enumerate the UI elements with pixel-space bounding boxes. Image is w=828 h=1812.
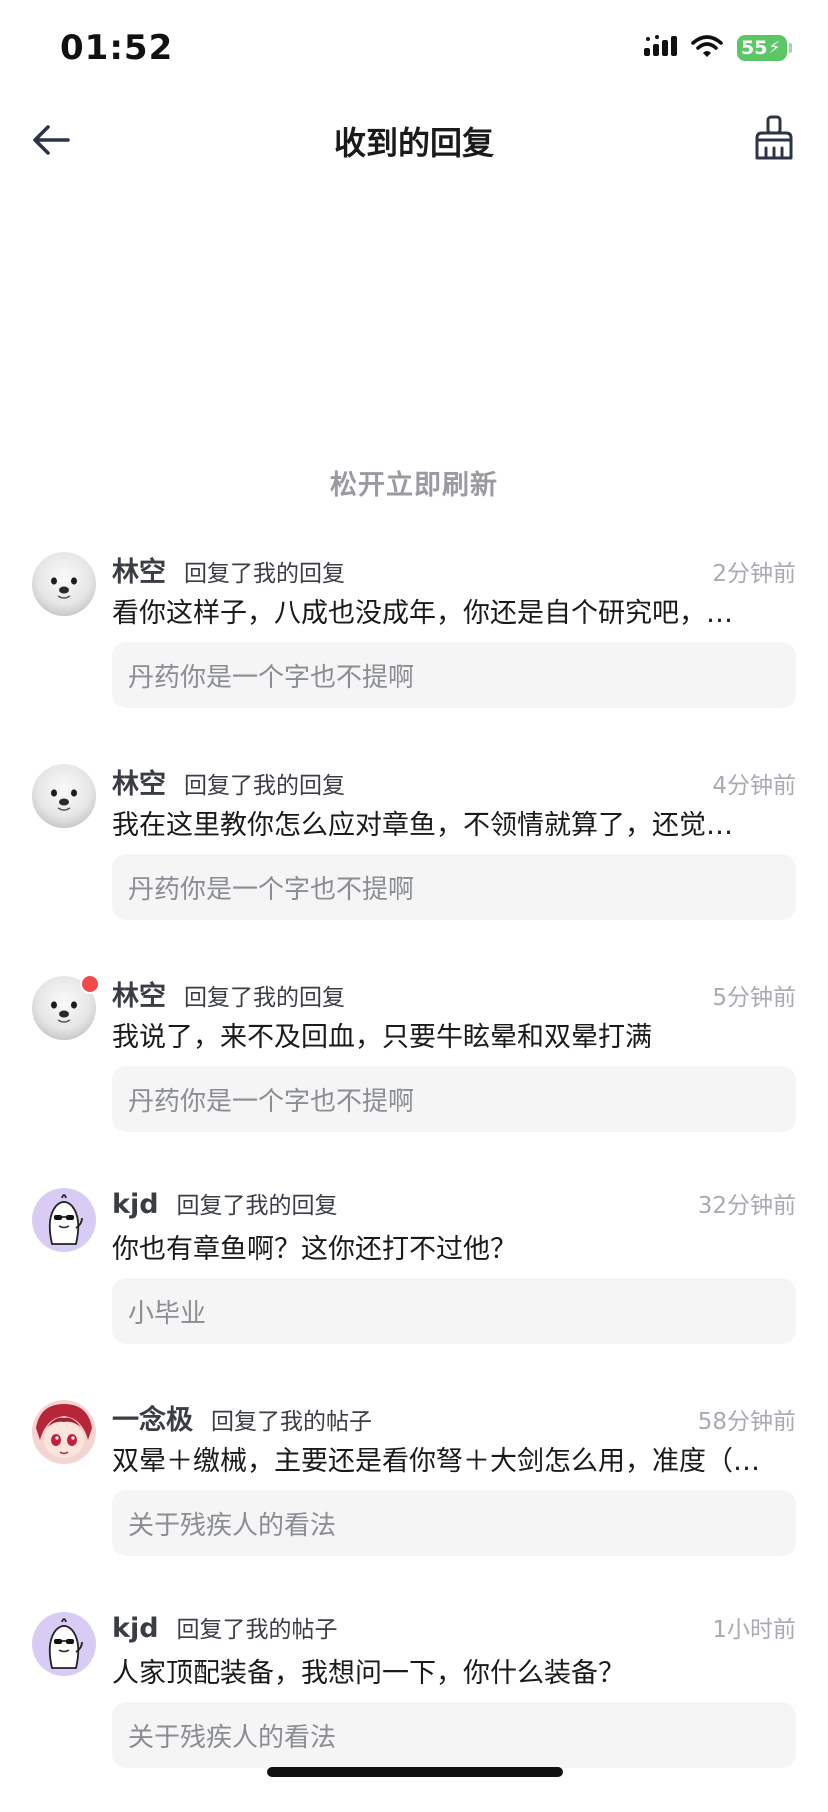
reply-item[interactable]: 林空 回复了我的回复 5分钟前 我说了，来不及回血，只要牛眩晕和双晕打满 丹药你… [0,964,828,1176]
battery-icon: 55 ⚡ [737,35,787,61]
reply-time: 32分钟前 [697,1193,796,1219]
battery-cap [789,43,792,53]
reply-text[interactable]: 双晕＋缴械，主要还是看你弩＋大剑怎么用，准度（… [112,1444,798,1480]
reply-type: 回复了我的帖子 [176,1617,338,1643]
cartoon-avatar[interactable] [32,1612,96,1676]
reply-type: 回复了我的回复 [184,985,345,1011]
reply-text[interactable]: 人家顶配装备，我想问一下，你什么装备？ [112,1656,798,1692]
unread-dot [80,974,100,994]
quote-text: 丹药你是一个字也不提啊 [128,662,415,693]
reply-header: 林空 回复了我的回复 4分钟前 [112,762,796,801]
reply-header: kjd 回复了我的帖子 1小时前 [112,1610,796,1646]
quoted-content[interactable]: 关于残疾人的看法 [112,1702,796,1768]
broom-icon[interactable] [750,114,798,162]
reply-item[interactable]: kjd 回复了我的回复 32分钟前 你也有章鱼啊？这你还打不过他？ 小毕业 [0,1176,828,1388]
status-icons: 55 ⚡ [643,34,792,62]
reply-type: 回复了我的帖子 [211,1409,372,1435]
reply-time: 58分钟前 [697,1409,796,1435]
seal-avatar[interactable] [32,764,96,828]
reply-type: 回复了我的回复 [184,561,345,587]
reply-type: 回复了我的回复 [184,773,345,799]
seal-avatar[interactable] [32,974,100,1040]
user-name[interactable]: kjd [112,1613,159,1644]
home-indicator[interactable] [267,1767,563,1777]
wifi-icon [691,34,723,62]
quote-text: 小毕业 [128,1298,207,1329]
reply-item[interactable]: kjd 回复了我的帖子 1小时前 人家顶配装备，我想问一下，你什么装备？ 关于残… [0,1600,828,1812]
quoted-content[interactable]: 小毕业 [112,1278,796,1344]
quote-text: 丹药你是一个字也不提啊 [128,874,415,905]
quoted-content[interactable]: 丹药你是一个字也不提啊 [112,642,796,708]
pull-refresh-hint: 松开立即刷新 [330,470,498,501]
user-name[interactable]: 林空 [112,550,166,589]
reply-item[interactable]: 林空 回复了我的回复 4分钟前 我在这里教你怎么应对章鱼，不领情就算了，还觉… … [0,752,828,964]
signal-icon [643,34,677,62]
quote-text: 关于残疾人的看法 [128,1510,337,1541]
cartoon-avatar[interactable] [32,1188,96,1252]
user-name[interactable]: kjd [112,1189,159,1220]
quote-text: 关于残疾人的看法 [128,1722,337,1753]
reply-time: 1小时前 [712,1617,796,1643]
seal-avatar[interactable] [32,552,96,616]
battery-level: 55 [741,37,768,59]
reply-header: kjd 回复了我的回复 32分钟前 [112,1186,796,1222]
nav-bar: 收到的回复 [0,100,828,180]
status-time: 01:52 [60,28,174,68]
quoted-content[interactable]: 丹药你是一个字也不提啊 [112,1066,796,1132]
anime-avatar[interactable] [32,1400,96,1464]
user-name[interactable]: 林空 [112,762,166,801]
reply-text[interactable]: 你也有章鱼啊？这你还打不过他？ [112,1232,798,1268]
reply-text[interactable]: 看你这样子，八成也没成年，你还是自个研究吧，… [112,596,798,632]
quote-text: 丹药你是一个字也不提啊 [128,1086,415,1117]
reply-list: 林空 回复了我的回复 2分钟前 看你这样子，八成也没成年，你还是自个研究吧，… … [0,540,828,1812]
quoted-content[interactable]: 丹药你是一个字也不提啊 [112,854,796,920]
status-bar: 01:52 55 ⚡ [0,0,828,100]
reply-time: 4分钟前 [712,773,796,799]
reply-item[interactable]: 一念极 回复了我的帖子 58分钟前 双晕＋缴械，主要还是看你弩＋大剑怎么用，准度… [0,1388,828,1600]
reply-type: 回复了我的回复 [176,1193,338,1219]
reply-header: 林空 回复了我的回复 5分钟前 [112,974,796,1013]
page-title: 收到的回复 [333,124,494,162]
reply-header: 林空 回复了我的回复 2分钟前 [112,550,796,589]
reply-text[interactable]: 我说了，来不及回血，只要牛眩晕和双晕打满 [112,1020,798,1056]
quoted-content[interactable]: 关于残疾人的看法 [112,1490,796,1556]
reply-time: 2分钟前 [712,561,796,587]
reply-time: 5分钟前 [712,985,796,1011]
charging-bolt-icon: ⚡ [768,38,781,58]
reply-item[interactable]: 林空 回复了我的回复 2分钟前 看你这样子，八成也没成年，你还是自个研究吧，… … [0,540,828,752]
reply-header: 一念极 回复了我的帖子 58分钟前 [112,1398,796,1437]
user-name[interactable]: 一念极 [112,1398,193,1437]
user-name[interactable]: 林空 [112,974,166,1013]
reply-text[interactable]: 我在这里教你怎么应对章鱼，不领情就算了，还觉… [112,808,798,844]
